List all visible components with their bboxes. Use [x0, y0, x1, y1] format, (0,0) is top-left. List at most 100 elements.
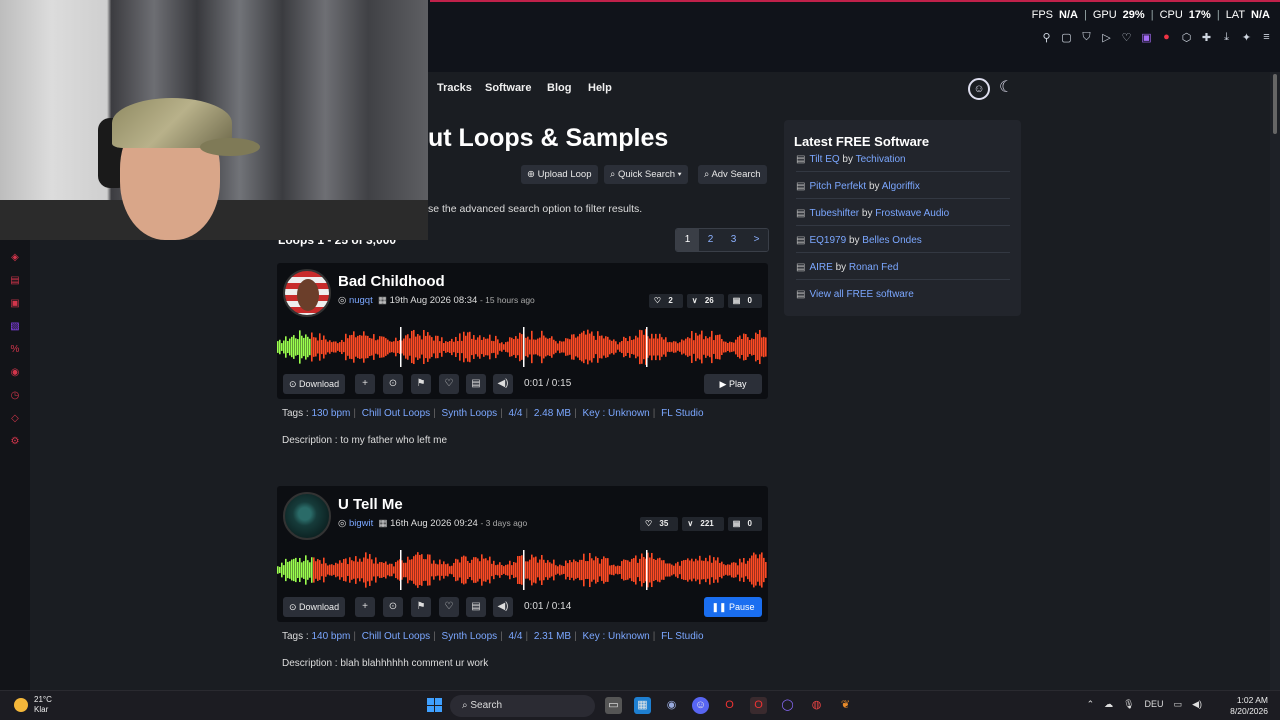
- twitch-icon[interactable]: ▧: [0, 321, 30, 332]
- fl-studio-icon[interactable]: ❦: [837, 697, 854, 714]
- comments-badge[interactable]: ▤ 0: [727, 517, 762, 531]
- tag[interactable]: 4/4: [509, 631, 523, 642]
- tag[interactable]: 2.31 MB: [534, 631, 571, 642]
- download-button[interactable]: ⊙ Download: [283, 597, 346, 617]
- heart-icon[interactable]: ♡: [1121, 31, 1132, 44]
- waveform[interactable]: [277, 550, 768, 590]
- download-icon[interactable]: ⤓: [1221, 31, 1232, 44]
- page-2[interactable]: 2: [699, 229, 722, 251]
- chevron-up-icon[interactable]: ⌃: [1087, 699, 1095, 710]
- taskbar-search[interactable]: ⌕ Search: [450, 695, 595, 717]
- likes-badge[interactable]: ♡ 2: [648, 294, 683, 308]
- opera-icon[interactable]: O: [721, 697, 738, 714]
- monitor-icon[interactable]: ▭: [1174, 699, 1183, 710]
- add-icon[interactable]: +: [355, 374, 375, 394]
- clock-icon[interactable]: ◷: [0, 390, 30, 401]
- discord-icon[interactable]: ☺: [692, 697, 709, 714]
- pin-icon[interactable]: ⚲: [1041, 31, 1052, 44]
- dark-mode-icon[interactable]: ☾: [999, 77, 1013, 97]
- loop-user[interactable]: bigwit: [349, 518, 373, 529]
- files-icon[interactable]: ▦: [634, 697, 651, 714]
- nav-blog[interactable]: Blog: [547, 82, 571, 94]
- messenger-icon[interactable]: ▤: [0, 275, 30, 286]
- scrollbar[interactable]: [1270, 72, 1280, 690]
- speaker-icon[interactable]: ◀): [1192, 699, 1202, 710]
- extension-icon[interactable]: ▣: [1141, 31, 1152, 44]
- favorite-icon[interactable]: ♡: [439, 374, 459, 394]
- screenshot-icon[interactable]: ▢: [1061, 31, 1072, 44]
- tag[interactable]: Key : Unknown: [582, 408, 649, 419]
- cube-icon[interactable]: ◇: [0, 413, 30, 424]
- adv-search-button[interactable]: ⌕ Adv Search: [698, 165, 767, 184]
- lat-value: N/A: [1251, 9, 1270, 21]
- volume-icon[interactable]: ◀): [493, 374, 513, 394]
- opera-gx-icon[interactable]: O: [750, 697, 767, 714]
- puzzle-icon[interactable]: ✚: [1201, 31, 1212, 44]
- tag[interactable]: Key : Unknown: [582, 631, 649, 642]
- likes-badge[interactable]: ♡ 35: [640, 517, 679, 531]
- loop-title[interactable]: U Tell Me: [338, 496, 403, 513]
- bag-icon[interactable]: ◈: [0, 252, 30, 263]
- webcam-overlay: [0, 0, 428, 240]
- fps-label: FPS: [1031, 9, 1054, 21]
- play-button[interactable]: ▶ Play: [704, 374, 762, 394]
- mic-icon[interactable]: 🎙: [1123, 699, 1134, 710]
- settings-icon[interactable]: ⚙: [0, 436, 30, 447]
- avatar[interactable]: [283, 269, 331, 317]
- cloud-icon[interactable]: ☁: [1104, 699, 1113, 710]
- clock[interactable]: 1:02 AM 8/20/2026: [1230, 695, 1268, 717]
- cube-icon[interactable]: ⬡: [1181, 31, 1192, 44]
- language-indicator[interactable]: DEU: [1145, 699, 1164, 710]
- steam-icon[interactable]: ◉: [663, 697, 680, 714]
- tag[interactable]: FL Studio: [661, 631, 703, 642]
- comment-icon[interactable]: ▤: [466, 374, 486, 394]
- weather-widget[interactable]: 21°C Klar: [34, 695, 52, 715]
- flag-icon[interactable]: ⚑: [411, 597, 431, 617]
- percent-icon[interactable]: %: [0, 344, 30, 355]
- comment-icon[interactable]: ▤: [466, 597, 486, 617]
- loop-title[interactable]: Bad Childhood: [338, 273, 445, 290]
- favorite-icon[interactable]: ♡: [439, 597, 459, 617]
- chrome-icon[interactable]: ◍: [808, 697, 825, 714]
- play-circle-icon[interactable]: ◉: [0, 367, 30, 378]
- volume-icon[interactable]: ◀): [493, 597, 513, 617]
- page-next[interactable]: >: [745, 229, 768, 251]
- tag[interactable]: 130 bpm: [311, 408, 350, 419]
- nav-software[interactable]: Software: [485, 82, 531, 94]
- avatar[interactable]: [283, 492, 331, 540]
- upload-loop-button[interactable]: ⊕ Upload Loop: [521, 165, 598, 184]
- info-icon[interactable]: ⊙: [383, 597, 403, 617]
- record-icon[interactable]: ●: [1161, 31, 1172, 44]
- ai-icon[interactable]: ✦: [1241, 31, 1252, 44]
- tag[interactable]: Chill Out Loops: [362, 631, 430, 642]
- pause-button[interactable]: ❚❚ Pause: [704, 597, 762, 617]
- tag[interactable]: FL Studio: [661, 408, 703, 419]
- tag[interactable]: Synth Loops: [442, 408, 498, 419]
- tag[interactable]: 140 bpm: [311, 631, 350, 642]
- waveform[interactable]: [277, 327, 768, 367]
- loop-user[interactable]: nugqt: [349, 295, 373, 306]
- quick-search-button[interactable]: ⌕ Quick Search ▾: [604, 165, 688, 184]
- tag[interactable]: 4/4: [509, 408, 523, 419]
- software-item: ▤ Tubeshifter by Frostwave Audio: [796, 208, 1010, 226]
- page-3[interactable]: 3: [722, 229, 745, 251]
- user-icon[interactable]: ☺: [968, 78, 990, 100]
- menu-icon[interactable]: ≡: [1261, 31, 1272, 44]
- windows-start-icon[interactable]: [427, 698, 442, 712]
- tag[interactable]: 2.48 MB: [534, 408, 571, 419]
- page-1[interactable]: 1: [676, 229, 699, 251]
- add-icon[interactable]: +: [355, 597, 375, 617]
- app-icon[interactable]: ◯: [779, 697, 796, 714]
- nav-help[interactable]: Help: [588, 82, 612, 94]
- nav-tracks[interactable]: Tracks: [437, 82, 472, 94]
- info-icon[interactable]: ⊙: [383, 374, 403, 394]
- comments-badge[interactable]: ▤ 0: [727, 294, 762, 308]
- mail-icon[interactable]: ▣: [0, 298, 30, 309]
- shield-icon[interactable]: ⛉: [1081, 31, 1092, 44]
- tag[interactable]: Synth Loops: [442, 631, 498, 642]
- download-button[interactable]: ⊙ Download: [283, 374, 346, 394]
- send-icon[interactable]: ▷: [1101, 31, 1112, 44]
- tag[interactable]: Chill Out Loops: [362, 408, 430, 419]
- task-view-icon[interactable]: ▭: [605, 697, 622, 714]
- flag-icon[interactable]: ⚑: [411, 374, 431, 394]
